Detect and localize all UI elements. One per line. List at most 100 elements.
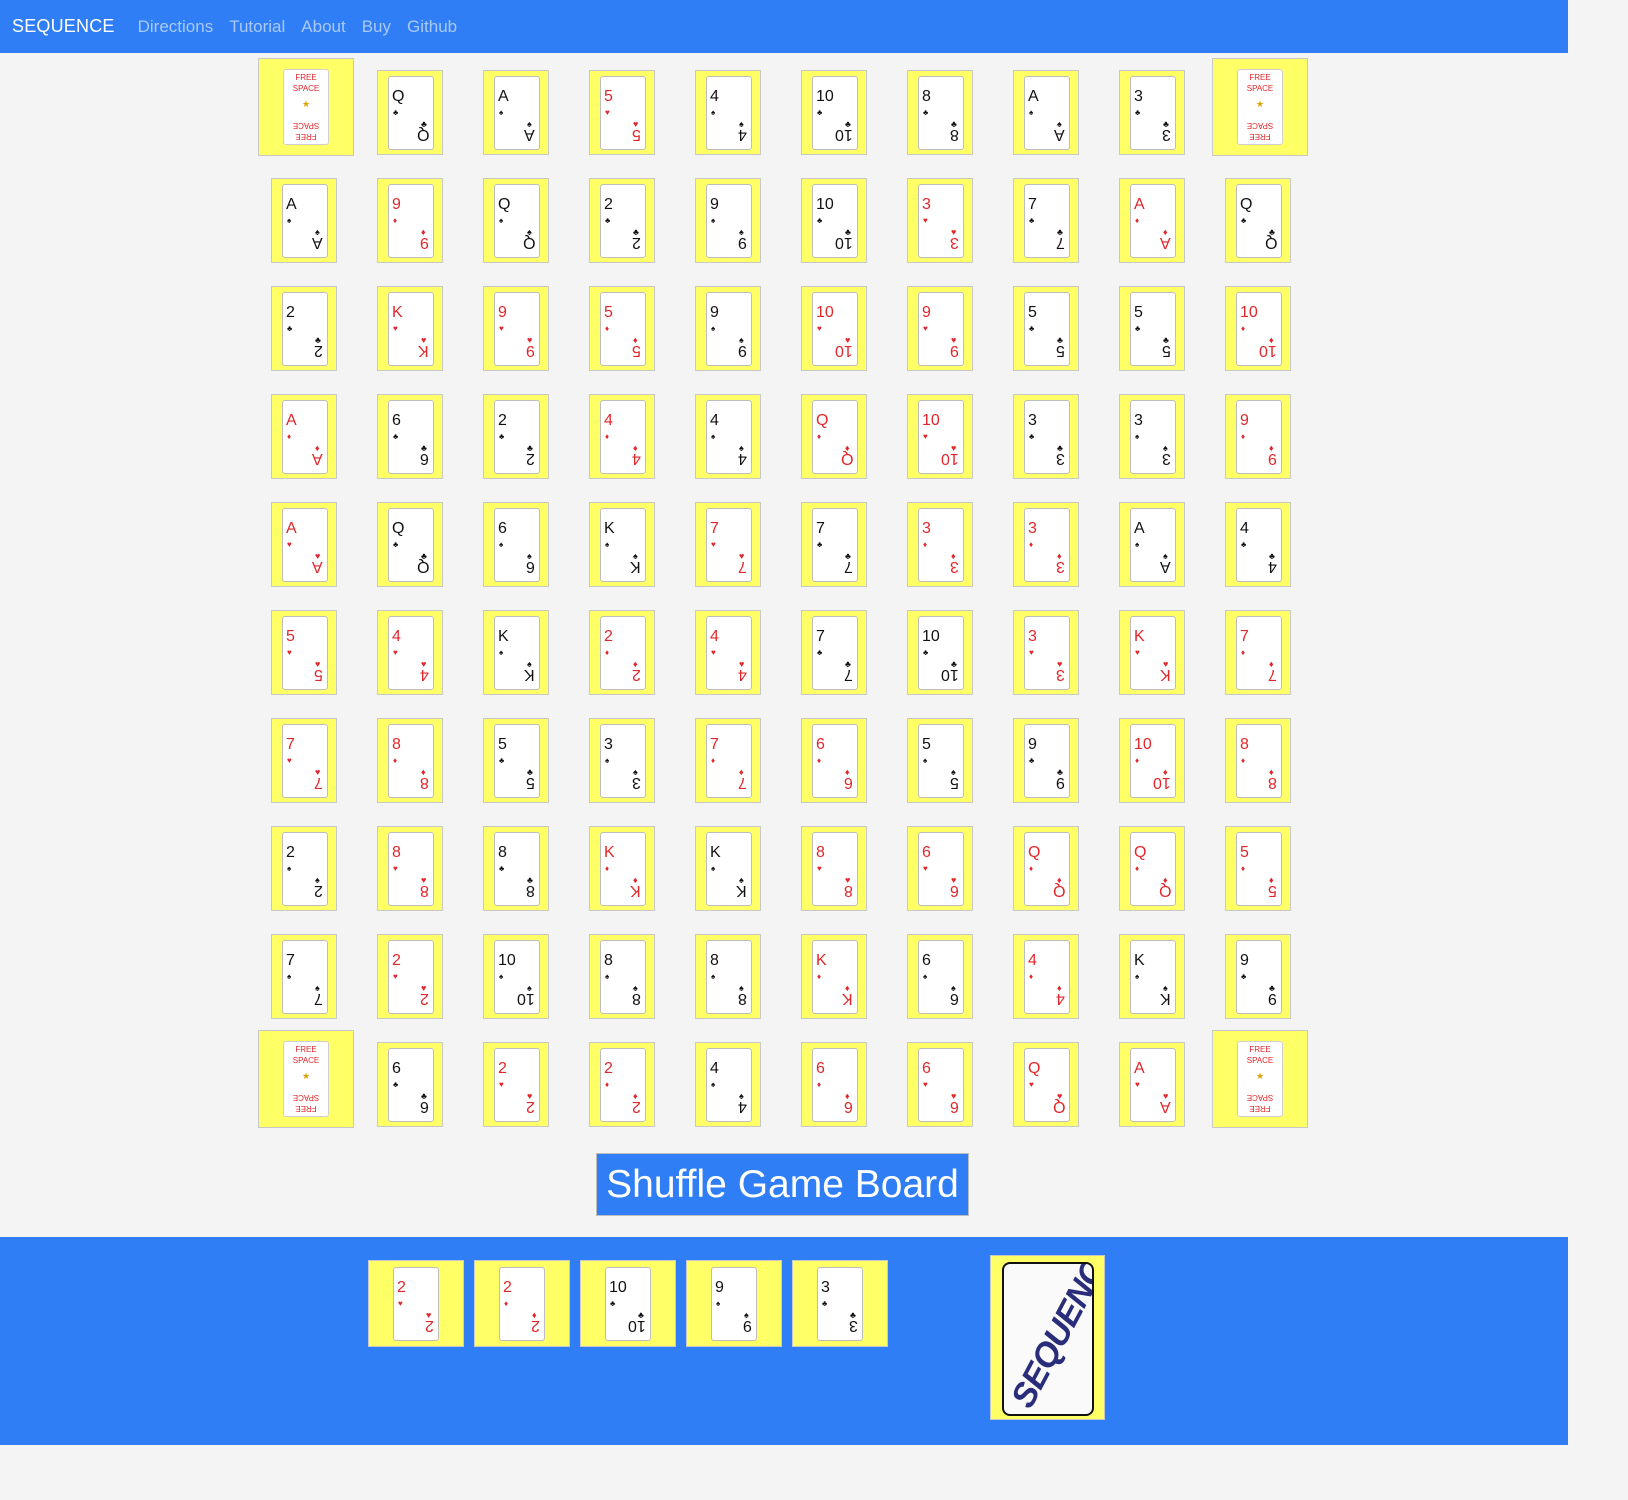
board-cell[interactable]: 2 ♠ ♠ 2 [271,826,337,911]
board-cell[interactable]: 5 ♦ ♦ 5 [589,286,655,371]
board-cell[interactable]: 4 ♦ ♦ 4 [589,394,655,479]
board-cell[interactable]: K ♦ ♦ K [801,934,867,1019]
hand-card-slot[interactable]: 2 ♦ ♦ 2 [474,1260,570,1347]
board-cell[interactable]: 6 ♠ ♠ 6 [907,934,973,1019]
hand-card-slot[interactable]: 3 ♣ ♣ 3 [792,1260,888,1347]
board-cell[interactable]: 4 ♠ ♠ 4 [695,394,761,479]
board-cell[interactable]: 10 ♦ ♦ 10 [1119,718,1185,803]
board-cell[interactable]: 7 ♣ ♣ 7 [801,610,867,695]
hand-card-slot[interactable]: 9 ♠ ♠ 9 [686,1260,782,1347]
board-cell[interactable]: 9 ♦ ♦ 9 [1225,394,1291,479]
board-cell[interactable]: Q ♣ ♣ Q [377,70,443,155]
board-cell[interactable]: A ♥ ♥ A [1119,1042,1185,1127]
board-cell[interactable]: K ♠ ♠ K [1119,934,1185,1019]
board-cell[interactable]: 8 ♦ ♦ 8 [1225,718,1291,803]
board-cell[interactable]: 9 ♥ ♥ 9 [483,286,549,371]
board-cell[interactable]: 8 ♦ ♦ 8 [377,718,443,803]
board-cell[interactable]: Q ♠ ♠ Q [483,178,549,263]
board-cell[interactable]: 6 ♣ ♣ 6 [377,394,443,479]
board-cell[interactable]: Q ♣ ♣ Q [1225,178,1291,263]
board-cell[interactable]: Q ♦ ♦ Q [1119,826,1185,911]
board-cell[interactable]: A ♠ ♠ A [1013,70,1079,155]
board-cell[interactable]: 2 ♣ ♣ 2 [271,286,337,371]
board-cell[interactable]: A ♠ ♠ A [483,70,549,155]
hand-card-slot[interactable]: 10 ♣ ♣ 10 [580,1260,676,1347]
board-cell[interactable]: 10 ♣ ♣ 10 [907,610,973,695]
board-cell[interactable]: 8 ♣ ♣ 8 [907,70,973,155]
hand-card-slot[interactable]: 2 ♥ ♥ 2 [368,1260,464,1347]
board-cell[interactable]: 4 ♥ ♥ 4 [377,610,443,695]
shuffle-board-button[interactable]: Shuffle Game Board [596,1153,969,1216]
board-cell[interactable]: 4 ♥ ♥ 4 [695,610,761,695]
board-cell[interactable]: 6 ♣ ♣ 6 [377,1042,443,1127]
board-cell[interactable]: 3 ♥ ♥ 3 [907,178,973,263]
board-cell[interactable]: 6 ♠ ♠ 6 [483,502,549,587]
board-cell[interactable]: K ♠ ♠ K [695,826,761,911]
board-cell[interactable]: K ♥ ♥ K [1119,610,1185,695]
board-cell[interactable]: 5 ♥ ♥ 5 [589,70,655,155]
board-cell[interactable]: 8 ♠ ♠ 8 [695,934,761,1019]
draw-deck[interactable]: SEQUENCE [990,1255,1105,1420]
board-cell[interactable]: A ♥ ♥ A [271,502,337,587]
board-cell[interactable]: 10 ♣ ♣ 10 [801,70,867,155]
board-cell[interactable]: A ♦ ♦ A [1119,178,1185,263]
free-space-cell[interactable]: FREE SPACE ★ FREE SPACE [1212,1030,1308,1128]
board-cell[interactable]: Q ♣ ♣ Q [377,502,443,587]
board-cell[interactable]: 9 ♣ ♣ 9 [1225,934,1291,1019]
board-cell[interactable]: 7 ♣ ♣ 7 [1013,178,1079,263]
board-cell[interactable]: 3 ♦ ♦ 3 [1013,502,1079,587]
board-cell[interactable]: 7 ♥ ♥ 7 [271,718,337,803]
board-cell[interactable]: 5 ♣ ♣ 5 [1119,286,1185,371]
board-cell[interactable]: 9 ♠ ♠ 9 [695,286,761,371]
board-cell[interactable]: 10 ♥ ♥ 10 [907,394,973,479]
board-cell[interactable]: 10 ♣ ♣ 10 [801,178,867,263]
board-cell[interactable]: 2 ♣ ♣ 2 [483,394,549,479]
board-cell[interactable]: 6 ♦ ♦ 6 [801,1042,867,1127]
board-cell[interactable]: 7 ♣ ♣ 7 [801,502,867,587]
board-cell[interactable]: 3 ♠ ♠ 3 [589,718,655,803]
board-cell[interactable]: 7 ♥ ♥ 7 [695,502,761,587]
free-space-cell[interactable]: FREE SPACE ★ FREE SPACE [258,58,354,156]
board-cell[interactable]: K ♦ ♦ K [589,826,655,911]
board-cell[interactable]: 4 ♣ ♣ 4 [1225,502,1291,587]
board-cell[interactable]: 7 ♦ ♦ 7 [1225,610,1291,695]
free-space-cell[interactable]: FREE SPACE ★ FREE SPACE [1212,58,1308,156]
board-cell[interactable]: 3 ♣ ♣ 3 [1013,394,1079,479]
board-cell[interactable]: 9 ♥ ♥ 9 [907,286,973,371]
board-cell[interactable]: 3 ♠ ♠ 3 [1119,394,1185,479]
board-cell[interactable]: 3 ♣ ♣ 3 [1119,70,1185,155]
board-cell[interactable]: 9 ♣ ♣ 9 [1013,718,1079,803]
board-cell[interactable]: Q ♦ ♦ Q [801,394,867,479]
board-cell[interactable]: 7 ♠ ♠ 7 [271,934,337,1019]
board-cell[interactable]: 5 ♥ ♥ 5 [271,610,337,695]
board-cell[interactable]: A ♠ ♠ A [1119,502,1185,587]
board-cell[interactable]: 6 ♦ ♦ 6 [801,718,867,803]
board-cell[interactable]: Q ♥ ♥ Q [1013,1042,1079,1127]
board-cell[interactable]: 8 ♠ ♠ 8 [589,934,655,1019]
board-cell[interactable]: 8 ♥ ♥ 8 [801,826,867,911]
board-cell[interactable]: A ♠ ♠ A [271,178,337,263]
board-cell[interactable]: A ♦ ♦ A [271,394,337,479]
board-cell[interactable]: 6 ♥ ♥ 6 [907,826,973,911]
board-cell[interactable]: 9 ♦ ♦ 9 [377,178,443,263]
board-cell[interactable]: 3 ♥ ♥ 3 [1013,610,1079,695]
board-cell[interactable]: 7 ♦ ♦ 7 [695,718,761,803]
board-cell[interactable]: K ♥ ♥ K [377,286,443,371]
board-cell[interactable]: 5 ♦ ♦ 5 [1225,826,1291,911]
board-cell[interactable]: 2 ♣ ♣ 2 [589,178,655,263]
board-cell[interactable]: K ♠ ♠ K [589,502,655,587]
board-cell[interactable]: 2 ♥ ♥ 2 [483,1042,549,1127]
board-cell[interactable]: 3 ♦ ♦ 3 [907,502,973,587]
board-cell[interactable]: 8 ♥ ♥ 8 [377,826,443,911]
board-cell[interactable]: 4 ♠ ♠ 4 [695,1042,761,1127]
board-cell[interactable]: 8 ♣ ♣ 8 [483,826,549,911]
board-cell[interactable]: 2 ♥ ♥ 2 [377,934,443,1019]
board-cell[interactable]: 5 ♣ ♣ 5 [483,718,549,803]
board-cell[interactable]: 10 ♥ ♥ 10 [801,286,867,371]
board-cell[interactable]: 10 ♠ ♠ 10 [483,934,549,1019]
board-cell[interactable]: K ♠ ♠ K [483,610,549,695]
board-cell[interactable]: 9 ♠ ♠ 9 [695,178,761,263]
board-cell[interactable]: 2 ♦ ♦ 2 [589,1042,655,1127]
board-cell[interactable]: 10 ♦ ♦ 10 [1225,286,1291,371]
free-space-cell[interactable]: FREE SPACE ★ FREE SPACE [258,1030,354,1128]
